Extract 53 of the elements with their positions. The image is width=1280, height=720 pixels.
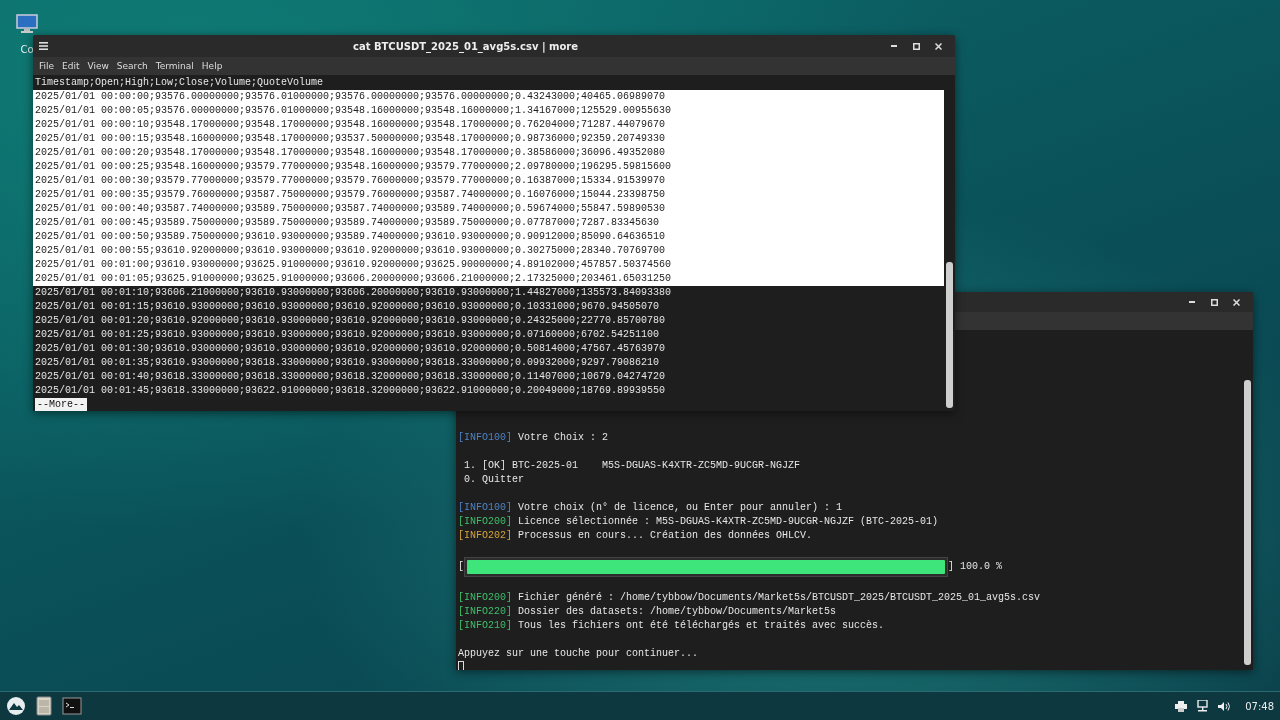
menu-item[interactable]: Terminal (151, 61, 198, 71)
desktop-icon-label: Co (20, 44, 34, 55)
close-icon[interactable] (934, 42, 942, 50)
menu-item[interactable]: File (35, 61, 59, 71)
computer-icon[interactable] (16, 14, 38, 34)
bracket: ] (948, 560, 955, 574)
output-line: Fichier généré : /home/tybbow/Documents/Market5s/BTCUSDT_2025/BTCUSDT_2025_01_avg5s.csv (518, 591, 1041, 605)
output-line: 2025/01/01 00:01:45;93618.33000000;93622.91000000;93618.32000000;93622.91000000;0.20049000;18769.89939550 (34, 384, 667, 398)
csv-header-line: Timestamp;Open;High;Low;Close;Volume;QuoteVolume (34, 76, 325, 90)
file-cabinet-icon[interactable] (36, 696, 52, 716)
terminal-icon[interactable] (62, 697, 82, 715)
menu-item[interactable]: Search (112, 61, 152, 71)
output-line: 2025/01/01 00:01:35;93610.93000000;93618.33000000;93610.93000000;93618.33000000;0.09932000;9297.79086210 (34, 356, 661, 370)
output-line: Dossier des datasets: /home/tybbow/Documents/Market5s (518, 605, 837, 619)
more-prompt: --More-- (35, 398, 87, 411)
output-line: 2025/01/01 00:01:40;93618.33000000;93618.33000000;93618.32000000;93618.33000000;0.11407000;10679.04274720 (34, 370, 667, 384)
output-line: Licence sélectionnée : M5S-DGUAS-K4XTR-ZC5MD-9UCGR-NGJZF (BTC-2025-01) (518, 515, 939, 529)
log-tag: [INFO100] (458, 431, 512, 445)
volume-icon[interactable] (1218, 700, 1232, 712)
output-line: 2025/01/01 00:01:10;93606.21000000;93610.93000000;93606.20000000;93610.93000000;1.44827000;135573.84093380 (34, 286, 673, 300)
printer-icon[interactable] (1175, 700, 1188, 712)
close-icon[interactable] (1232, 298, 1240, 306)
output-line: 1. [OK] BTC-2025-01 M5S-DGUAS-K4XTR-ZC5MD-9UCGR-NGJZF (463, 459, 801, 473)
output-line: Votre choix (n° de licence, ou Enter pour annuler) : 1 (518, 501, 843, 515)
maximize-icon[interactable] (1210, 298, 1218, 306)
output-line: 2025/01/01 00:01:25;93610.93000000;93610.93000000;93610.92000000;93610.93000000;0.07160000;6702.54251100 (34, 328, 661, 342)
log-tag: [INFO202] (458, 529, 512, 543)
log-tag: [INFO210] (458, 619, 512, 633)
menu-item[interactable]: View (83, 61, 113, 71)
scrollbar-thumb[interactable] (1244, 380, 1251, 665)
output-line: 2025/01/01 00:01:15;93610.93000000;93610.93000000;93610.92000000;93610.93000000;0.10331000;9670.94505070 (34, 300, 661, 314)
output-line: 0. Quitter (463, 473, 524, 487)
output-line: Appuyez sur une touche pour continuer... (458, 647, 699, 661)
mountain-logo-icon[interactable] (6, 696, 26, 716)
log-tag: [INFO200] (458, 515, 512, 529)
log-tag: [INFO220] (458, 605, 512, 619)
log-tag: [INFO100] (458, 501, 512, 515)
window-title: cat BTCUSDT_2025_01_avg5s.csv | more (351, 40, 580, 52)
output-line: 2025/01/01 00:01:30;93610.93000000;93610.93000000;93610.92000000;93610.92000000;0.50814000;47567.45763970 (34, 342, 667, 356)
menu-item[interactable]: Help (197, 61, 227, 71)
bracket: [ (458, 560, 464, 574)
menu-item[interactable]: Edit (58, 61, 84, 71)
output-line: Tous les fichiers ont été téléchargés et traités avec succès. (518, 619, 885, 633)
log-tag: [INFO200] (458, 591, 512, 605)
output-line: Processus en cours... Création des données OHLCV. (518, 529, 813, 543)
network-icon[interactable] (1197, 700, 1209, 712)
scrollbar-thumb[interactable] (946, 262, 953, 408)
maximize-icon[interactable] (912, 42, 920, 50)
output-line: 2025/01/01 00:01:20;93610.92000000;93610.93000000;93610.92000000;93610.93000000;0.24325000;22770.85700780 (34, 314, 667, 328)
menu-icon[interactable] (39, 42, 48, 50)
clock: 07:48 (1245, 700, 1274, 712)
output-line: Votre Choix : 2 (518, 431, 609, 445)
progress-reading: 100.0 % (960, 560, 1003, 574)
